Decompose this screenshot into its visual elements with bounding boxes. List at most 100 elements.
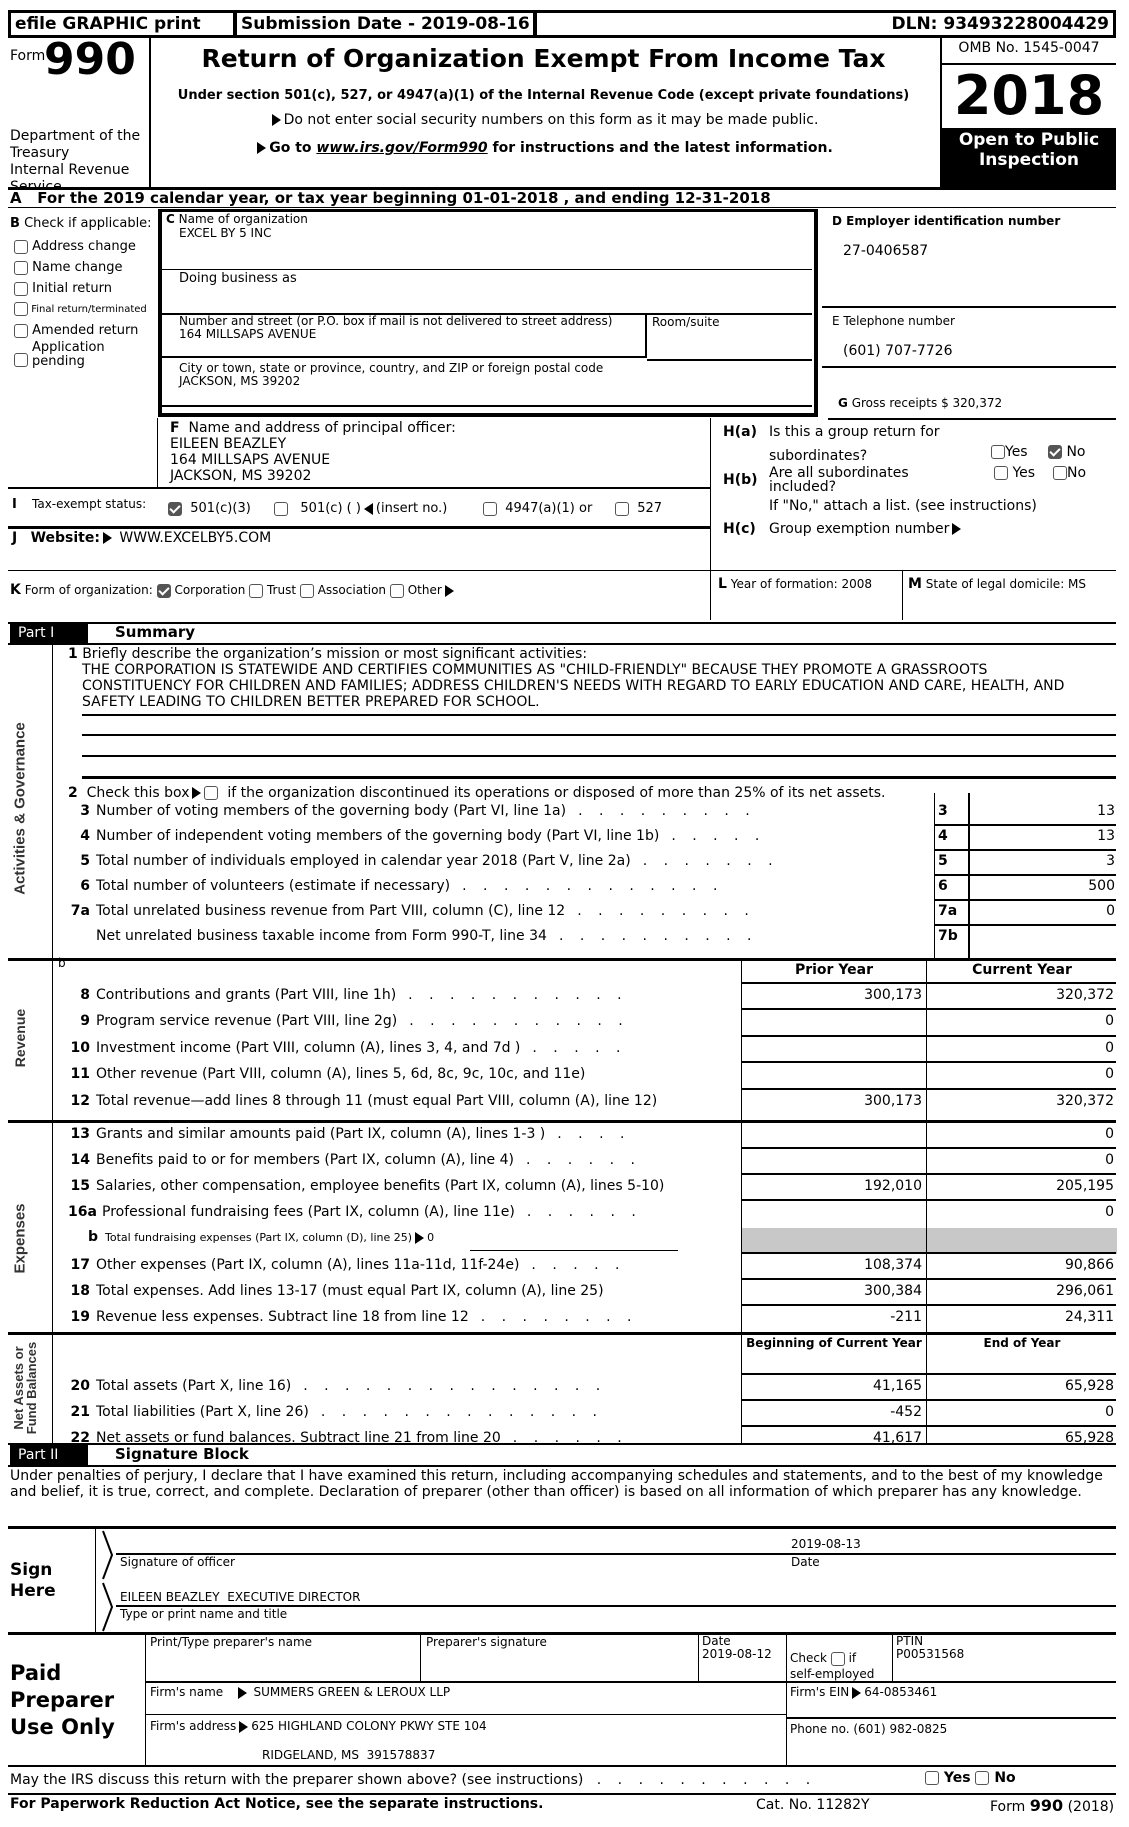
line-row: 11 Other revenue (Part VIII, column (A), …: [68, 1066, 738, 1082]
paperwork-notice: For Paperwork Reduction Act Notice, see …: [10, 1796, 544, 1812]
line-number: 12: [70, 1093, 90, 1109]
firm-ein: Firm's EIN 64-0853461: [790, 1685, 937, 1699]
org-name-value: EXCEL BY 5 INC: [179, 226, 272, 240]
mission-rule: [82, 714, 1116, 716]
website-value[interactable]: WWW.EXCELBY5.COM: [119, 530, 271, 546]
phone-label: E Telephone number: [832, 314, 955, 328]
arrow-icon: [239, 1720, 249, 1733]
date-label: Date: [791, 1555, 820, 1569]
divider: [157, 418, 158, 488]
501c3-checkbox[interactable]: [168, 501, 182, 516]
no-label: No: [1067, 465, 1087, 481]
ha-no-checkbox[interactable]: [1048, 445, 1062, 459]
final-return-checkbox[interactable]: [14, 302, 28, 316]
officer-street: 164 MILLSAPS AVENUE: [170, 452, 331, 468]
phone-value: (601) 982-0825: [853, 1722, 948, 1736]
name-change-checkbox[interactable]: [14, 260, 28, 275]
association-checkbox[interactable]: [299, 583, 314, 598]
amended-return-checkbox[interactable]: [14, 323, 28, 338]
divider: [8, 958, 1116, 961]
shaded-cell: [742, 1228, 1117, 1254]
mission-rule: [82, 755, 1116, 757]
line-16b: b Total fundraising expenses (Part IX, c…: [68, 1229, 434, 1245]
other-checkbox[interactable]: [389, 583, 404, 598]
mission-line: THE CORPORATION IS STATEWIDE AND CERTIFI…: [82, 662, 988, 678]
current-value: 320,372: [1056, 1093, 1114, 1109]
tax-year: 2018: [953, 64, 1105, 127]
initial-return-checkbox[interactable]: [14, 281, 28, 296]
arrow-icon: [271, 114, 281, 126]
prior-value: -211: [890, 1309, 922, 1325]
current-value: 205,195: [1056, 1178, 1114, 1194]
divider: [828, 418, 1116, 420]
line-2: 2 Check this box if the organization dis…: [68, 785, 886, 801]
section-j-label: J: [12, 530, 18, 546]
address-change-checkbox[interactable]: [14, 239, 28, 254]
ptin: PTIN P00531568: [896, 1635, 964, 1661]
line-number: 13: [70, 1126, 90, 1142]
signature-line[interactable]: [116, 1553, 1116, 1555]
form-label: Form: [990, 1799, 1026, 1815]
preparer-title-line: Use Only: [10, 1715, 115, 1739]
side-label-revenue: Revenue: [12, 1008, 28, 1068]
self-employed-checkbox[interactable]: [830, 1651, 845, 1666]
submission-date: Submission Date - 2019-08-16: [237, 13, 533, 35]
line-number: 4: [80, 828, 90, 844]
form-subtitle: Under section 501(c), 527, or 4947(a)(1)…: [177, 88, 910, 103]
line-description: Investment income (Part VIII, column (A)…: [96, 1040, 521, 1056]
dept-line: Service: [10, 179, 62, 187]
527-checkbox[interactable]: [615, 501, 629, 516]
application-pending-checkbox[interactable]: [14, 353, 28, 367]
corporation-checkbox[interactable]: [156, 583, 171, 598]
line-number: 18: [70, 1283, 90, 1299]
section-k-label: K: [10, 582, 21, 598]
firm-name-label: Firm's name: [150, 1685, 224, 1699]
underline: [470, 1250, 678, 1251]
street-block: Number and street (or P.O. box if mail i…: [179, 315, 612, 341]
line-description: Salaries, other compensation, employee b…: [96, 1178, 665, 1194]
year-of-formation: L Year of formation: 2008: [718, 576, 872, 592]
divider: [647, 359, 812, 361]
line-number: 10: [70, 1040, 90, 1056]
firm-ein-label: Firm's EIN: [790, 1685, 850, 1699]
dots: . . . . . . . . . . . . .: [462, 878, 724, 894]
prior-value: 300,384: [864, 1283, 922, 1299]
divider: [822, 306, 1116, 308]
department: Department of the Treasury Internal Reve…: [10, 128, 150, 187]
line-description: Total expenses. Add lines 13-17 (must eq…: [96, 1283, 604, 1299]
line-description: Number of independent voting members of …: [96, 828, 660, 844]
irs-link[interactable]: www.irs.gov/Form990: [316, 140, 487, 156]
trust-checkbox[interactable]: [249, 583, 264, 598]
line-number: 11: [70, 1066, 90, 1082]
line-number: 15: [70, 1178, 90, 1194]
discontinued-checkbox[interactable]: [204, 786, 219, 800]
line-description: Professional fundraising fees (Part IX, …: [102, 1204, 515, 1220]
divider: [145, 1634, 146, 1765]
mission-rule: [82, 776, 1116, 779]
yes-label: Yes: [1005, 444, 1028, 460]
cat-number: Cat. No. 11282Y: [756, 1797, 870, 1813]
line-box-number: 5: [938, 853, 948, 869]
discuss-no-checkbox[interactable]: [975, 1771, 990, 1785]
hc-text-label: Group exemption number: [769, 521, 950, 537]
preparer-name-label: Print/Type preparer's name: [150, 1635, 313, 1649]
discuss-yes-checkbox[interactable]: [925, 1771, 939, 1785]
hb-yes-checkbox[interactable]: [994, 466, 1008, 480]
line-box-number: 7a: [938, 903, 958, 919]
insert-no-label: (insert no.): [375, 501, 448, 516]
association-label: Association: [317, 583, 387, 597]
hb-no-checkbox[interactable]: [1053, 466, 1067, 480]
org-name-label: Name of organization: [178, 212, 308, 226]
501c-checkbox[interactable]: [274, 501, 288, 516]
address-change-option: Address change: [14, 236, 147, 257]
line-number: 20: [70, 1378, 90, 1394]
principal-officer: F Name and address of principal officer:…: [170, 420, 456, 484]
527-label: 527: [637, 501, 663, 516]
corporation-label: Corporation: [174, 583, 246, 597]
divider: [934, 793, 935, 961]
line-description: Revenue less expenses. Subtract line 18 …: [96, 1309, 469, 1325]
row-divider: [741, 1173, 1116, 1175]
ha-yes-checkbox[interactable]: [991, 445, 1005, 459]
4947-checkbox[interactable]: [483, 501, 497, 516]
org-name-block: C Name of organization EXCEL BY 5 INC: [166, 212, 308, 240]
